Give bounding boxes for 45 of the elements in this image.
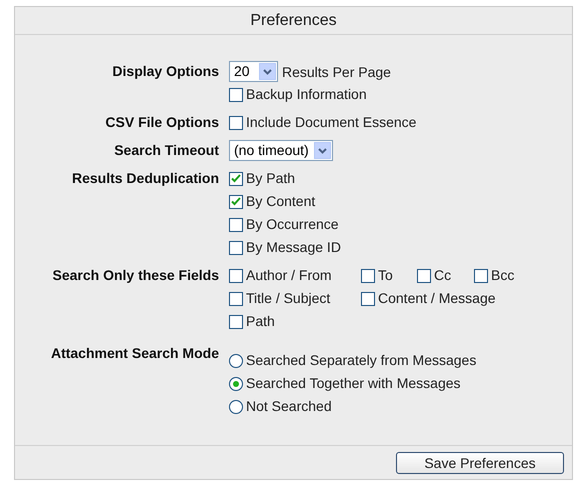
checkbox[interactable] [474,268,488,282]
radio-label: Searched Separately from Messages [246,351,476,370]
dropdown[interactable]: 20 [229,61,278,82]
checkbox-label: Backup Information [246,85,367,104]
checkbox-label: Title / Subject [246,289,330,308]
checkbox[interactable] [229,116,243,130]
checkbox[interactable] [361,268,375,282]
radio-button[interactable] [229,354,243,368]
dropdown[interactable]: (no timeout) [229,140,333,161]
section-label: Results Deduplication [70,169,220,188]
checkbox[interactable] [229,172,243,186]
checkbox-label: Path [246,312,275,331]
radio-label: Not Searched [246,397,332,416]
checkbox-label: Cc [434,266,452,285]
checkbox-label: Content / Message [378,289,496,308]
results-per-page-label: Results Per Page [282,63,391,82]
checkbox[interactable] [229,240,243,254]
checkbox[interactable] [229,314,243,328]
checkbox[interactable] [229,268,243,282]
checkbox-label: By Occurrence [246,215,339,234]
checkbox-label: By Message ID [246,238,341,257]
section-label: Search Timeout [113,141,220,160]
checkbox-label: By Content [246,192,316,211]
checkbox[interactable] [229,218,243,232]
checkbox-label: Include Document Essence [246,113,416,132]
panel-title: Preferences [15,7,572,35]
section-label: Search Only these Fields [51,266,220,285]
checkbox-label: Bcc [491,266,514,285]
checkbox-label: To [378,266,393,285]
chevron-down-icon [314,142,331,159]
save-preferences-button[interactable]: Save Preferences [396,452,564,474]
checkbox[interactable] [229,292,243,306]
radio-label: Searched Together with Messages [246,374,461,393]
chevron-down-icon [259,63,276,80]
checkbox-label: By Path [246,169,296,188]
radio-button[interactable] [229,376,243,390]
checkbox[interactable] [361,292,375,306]
section-label: CSV File Options [104,113,220,132]
radio-button[interactable] [229,400,243,414]
checkbox-label: Author / From [246,266,332,285]
section-label: Attachment Search Mode [50,344,220,363]
checkbox[interactable] [229,194,243,208]
section-label: Display Options [111,62,220,81]
checkbox[interactable] [417,268,431,282]
checkbox[interactable] [229,88,243,102]
